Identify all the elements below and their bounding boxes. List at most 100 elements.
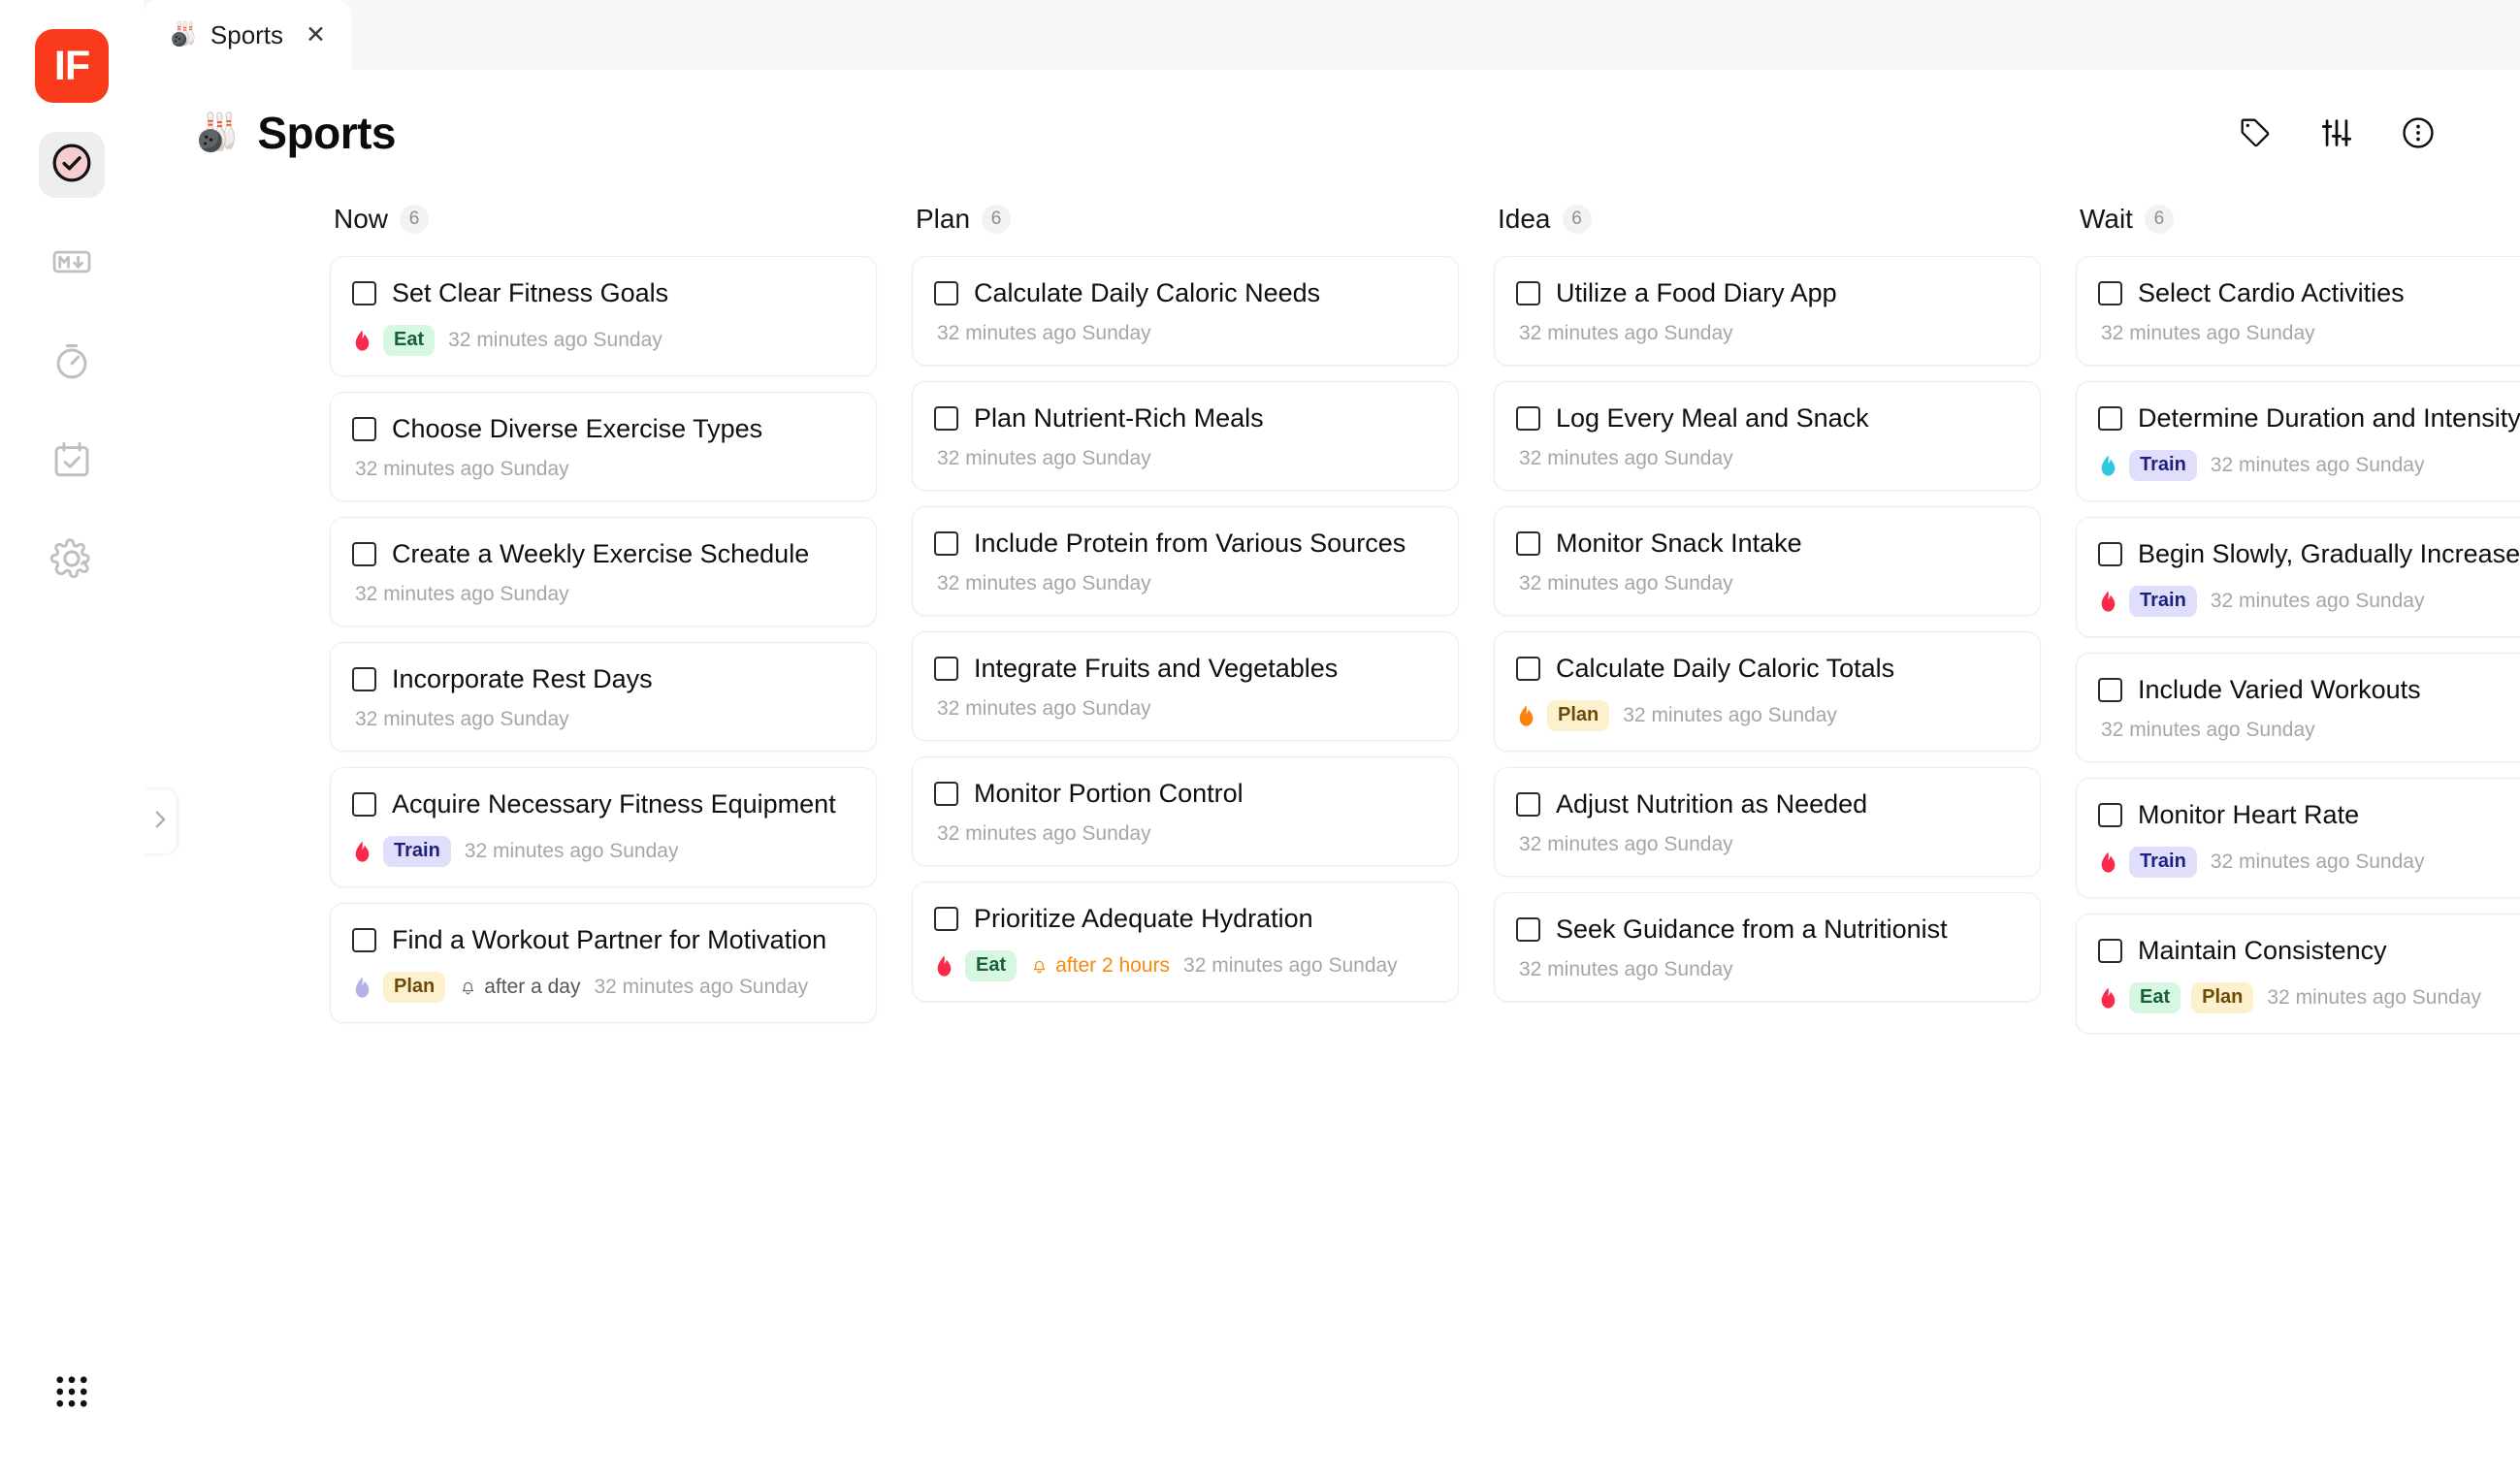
task-card[interactable]: Set Clear Fitness Goals Eat 32 minutes ago…	[330, 256, 877, 377]
task-card[interactable]: Choose Diverse Exercise Types 32 minutes …	[330, 392, 877, 502]
task-checkbox[interactable]	[2098, 678, 2122, 703]
task-card[interactable]: Monitor Portion Control 32 minutes ago Su…	[912, 756, 1459, 867]
task-card[interactable]: Plan Nutrient-Rich Meals 32 minutes ago S…	[912, 381, 1459, 492]
task-checkbox[interactable]	[934, 907, 958, 932]
tab-sports[interactable]: 🎳 Sports ✕	[144, 0, 351, 70]
task-card[interactable]: Monitor Heart Rate Train 32 minutes ago Su…	[2076, 778, 2520, 899]
sidebar-item-timer[interactable]	[39, 330, 105, 396]
task-card[interactable]: Log Every Meal and Snack 32 minutes ago S…	[1494, 381, 2041, 492]
priority-flame-icon[interactable]	[2098, 590, 2118, 614]
task-tag[interactable]: Plan	[1547, 700, 1610, 732]
timer-icon	[50, 339, 93, 387]
close-icon[interactable]: ✕	[306, 22, 326, 48]
task-tag[interactable]: Train	[2129, 847, 2197, 879]
task-checkbox[interactable]	[2098, 939, 2122, 964]
task-checkbox[interactable]	[352, 928, 376, 953]
reminder-chip[interactable]: after 2 hours	[1030, 954, 1170, 978]
task-card[interactable]: Include Varied Workouts 32 minutes ago Su…	[2076, 653, 2520, 763]
task-checkbox[interactable]	[1516, 281, 1540, 306]
task-timestamp: 32 minutes ago Sunday	[448, 329, 662, 352]
app-logo[interactable]: IF	[35, 29, 109, 103]
sidebar-item-settings[interactable]	[39, 528, 105, 594]
task-card[interactable]: Include Protein from Various Sources 32 m…	[912, 506, 1459, 617]
sidebar-item-calendar[interactable]	[39, 429, 105, 495]
task-card[interactable]: Find a Workout Partner for Motivation Pla…	[330, 903, 877, 1024]
task-card[interactable]: Adjust Nutrition as Needed 32 minutes ago…	[1494, 767, 2041, 878]
app-grid-button[interactable]	[39, 1361, 105, 1427]
task-checkbox[interactable]	[1516, 406, 1540, 432]
card-meta: 32 minutes ago Sunday	[1516, 958, 2019, 981]
priority-flame-icon[interactable]	[934, 954, 954, 979]
card-meta: 32 minutes ago Sunday	[934, 697, 1437, 721]
task-card[interactable]: Determine Duration and Intensity Train 32 …	[2076, 381, 2520, 502]
gear-icon	[49, 536, 94, 586]
priority-flame-icon[interactable]	[352, 976, 372, 1000]
card-meta: 32 minutes ago Sunday	[934, 447, 1437, 470]
task-tag[interactable]: Plan	[2191, 982, 2254, 1014]
sidebar-item-tasks[interactable]	[39, 132, 105, 198]
task-checkbox[interactable]	[352, 667, 376, 692]
task-checkbox[interactable]	[934, 531, 958, 557]
task-card[interactable]: Acquire Necessary Fitness Equipment Train…	[330, 767, 877, 888]
task-card[interactable]: Select Cardio Activities 32 minutes ago S…	[2076, 256, 2520, 367]
task-card[interactable]: Calculate Daily Caloric Totals Plan 32 min…	[1494, 631, 2041, 753]
task-tag[interactable]: Train	[383, 836, 451, 868]
more-circle-icon[interactable]	[2402, 116, 2435, 149]
task-tag[interactable]: Eat	[383, 325, 436, 357]
card-meta: Train 32 minutes ago Sunday	[352, 836, 855, 868]
task-checkbox[interactable]	[352, 542, 376, 567]
task-checkbox[interactable]	[934, 657, 958, 682]
task-checkbox[interactable]	[1516, 531, 1540, 557]
task-checkbox[interactable]	[2098, 281, 2122, 306]
task-card[interactable]: Create a Weekly Exercise Schedule 32 minu…	[330, 517, 877, 627]
task-checkbox[interactable]	[1516, 792, 1540, 818]
priority-flame-icon[interactable]	[2098, 986, 2118, 1011]
tag-icon[interactable]	[2239, 116, 2272, 149]
task-title: Create a Weekly Exercise Schedule	[392, 539, 810, 569]
filter-sliders-icon[interactable]	[2320, 116, 2353, 149]
task-card[interactable]: Maintain Consistency Eat Plan 32 minutes ag…	[2076, 914, 2520, 1035]
task-card[interactable]: Integrate Fruits and Vegetables 32 minute…	[912, 631, 1459, 742]
task-tag[interactable]: Eat	[2129, 982, 2181, 1014]
task-checkbox[interactable]	[934, 782, 958, 807]
reminder-chip[interactable]: after a day	[459, 976, 580, 999]
column-count-badge: 6	[400, 205, 430, 234]
column-header: Idea 6	[1494, 204, 2041, 235]
priority-flame-icon[interactable]	[352, 840, 372, 864]
task-card[interactable]: Monitor Snack Intake 32 minutes ago Sunda…	[1494, 506, 2041, 617]
card-header: Seek Guidance from a Nutritionist	[1516, 915, 2019, 945]
task-title: Utilize a Food Diary App	[1556, 278, 1837, 307]
task-card[interactable]: Utilize a Food Diary App 32 minutes ago S…	[1494, 256, 2041, 367]
task-checkbox[interactable]	[352, 417, 376, 442]
task-checkbox[interactable]	[2098, 803, 2122, 828]
sidebar-expand-handle[interactable]	[144, 789, 177, 853]
task-checkbox[interactable]	[1516, 657, 1540, 682]
task-timestamp: 32 minutes ago Sunday	[937, 447, 1151, 470]
task-timestamp: 32 minutes ago Sunday	[937, 322, 1151, 345]
priority-flame-icon[interactable]	[352, 329, 372, 353]
task-checkbox[interactable]	[934, 281, 958, 306]
task-tag[interactable]: Train	[2129, 450, 2197, 482]
card-header: Monitor Snack Intake	[1516, 529, 2019, 559]
task-checkbox[interactable]	[934, 406, 958, 432]
grid-dots-icon	[51, 1371, 92, 1417]
task-tag[interactable]: Eat	[965, 950, 1018, 982]
task-card[interactable]: Prioritize Adequate Hydration Eat after 2 …	[912, 882, 1459, 1003]
priority-flame-icon[interactable]	[1516, 704, 1536, 728]
task-checkbox[interactable]	[2098, 406, 2122, 432]
task-card[interactable]: Calculate Daily Caloric Needs 32 minutes …	[912, 256, 1459, 367]
task-card[interactable]: Incorporate Rest Days 32 minutes ago Sund…	[330, 642, 877, 753]
priority-flame-icon[interactable]	[2098, 454, 2118, 478]
task-checkbox[interactable]	[352, 792, 376, 818]
task-card[interactable]: Begin Slowly, Gradually Increase Train 32 …	[2076, 517, 2520, 638]
task-checkbox[interactable]	[352, 281, 376, 306]
task-card[interactable]: Seek Guidance from a Nutritionist 32 minu…	[1494, 892, 2041, 1003]
sidebar-item-markdown[interactable]	[39, 231, 105, 297]
priority-flame-icon[interactable]	[2098, 851, 2118, 875]
task-checkbox[interactable]	[1516, 917, 1540, 943]
task-tag[interactable]: Train	[2129, 586, 2197, 618]
task-title: Adjust Nutrition as Needed	[1556, 789, 1868, 819]
task-checkbox[interactable]	[2098, 542, 2122, 567]
task-tag[interactable]: Plan	[383, 972, 446, 1004]
card-header: Incorporate Rest Days	[352, 664, 855, 694]
